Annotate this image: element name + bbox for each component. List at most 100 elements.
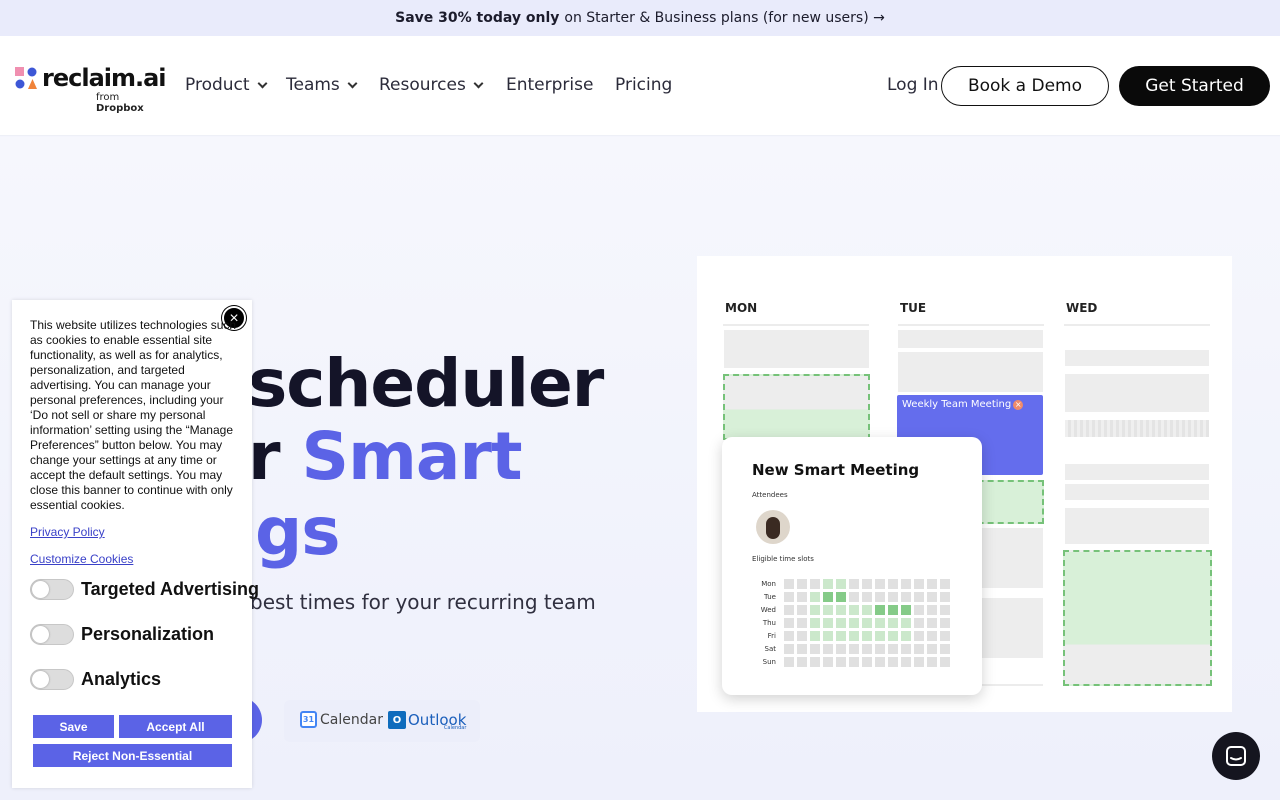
- toggle-personalization[interactable]: Personalization: [30, 624, 214, 645]
- hero-title-line2: r Smart: [248, 418, 522, 495]
- hero-title-line3: gs: [255, 493, 341, 570]
- time-slot-cell: [940, 656, 950, 667]
- slot-day-label: Sun: [762, 657, 776, 666]
- google-calendar-label: Calendar: [320, 711, 383, 728]
- time-slot-cell: [810, 578, 820, 589]
- nav-product[interactable]: Product: [185, 75, 267, 95]
- time-slot-cell: [914, 617, 924, 628]
- google-calendar-logo: 31 Calendar: [300, 711, 383, 728]
- time-slot-cell: [862, 630, 872, 641]
- time-slot-cell: [888, 643, 898, 654]
- nav-teams[interactable]: Teams: [286, 75, 358, 95]
- day-header-mon: MON: [725, 301, 758, 315]
- time-slot-cell: [927, 617, 937, 628]
- customize-cookies-link[interactable]: Customize Cookies: [30, 552, 133, 566]
- slot-row: Mon: [752, 577, 953, 590]
- time-slot-cell: [797, 591, 807, 602]
- outlook-logo: O Outlook Calendar: [388, 711, 467, 731]
- logo[interactable]: reclaim.ai from Dropbox: [14, 64, 167, 114]
- time-slot-cell: [836, 617, 846, 628]
- time-slot-cell: [901, 617, 911, 628]
- time-slot-cell: [862, 656, 872, 667]
- time-slot-cell: [914, 643, 924, 654]
- time-slot-cell: [823, 591, 833, 602]
- slot-row: Wed: [752, 603, 953, 616]
- time-slot-cell: [862, 617, 872, 628]
- promo-banner[interactable]: Save 30% today only on Starter & Busines…: [0, 0, 1280, 36]
- time-slot-cell: [849, 591, 859, 602]
- event-title: Weekly Team Meeting: [902, 399, 1012, 410]
- get-started-button[interactable]: Get Started: [1119, 66, 1270, 106]
- time-slot-cell: [784, 630, 794, 641]
- slot-row: Fri: [752, 629, 953, 642]
- time-slot-cell: [810, 604, 820, 615]
- attendees-label: Attendees: [752, 491, 788, 499]
- time-slot-cell: [797, 630, 807, 641]
- hero-subtitle: best times for your recurring team: [250, 590, 596, 614]
- top-navbar: reclaim.ai from Dropbox Product Teams Re…: [0, 36, 1280, 136]
- day-header-tue: TUE: [900, 301, 927, 315]
- attendee-avatar: [756, 510, 790, 544]
- time-slot-cell: [797, 643, 807, 654]
- time-slot-cell: [797, 617, 807, 628]
- time-slot-cell: [836, 604, 846, 615]
- time-slot-cell: [784, 656, 794, 667]
- hero-title-line1: scheduler: [248, 345, 604, 422]
- reject-non-essential-button[interactable]: Reject Non-Essential: [33, 744, 232, 767]
- cookie-save-button[interactable]: Save: [33, 715, 114, 738]
- time-slot-cell: [914, 578, 924, 589]
- accept-all-button[interactable]: Accept All: [119, 715, 232, 738]
- toggle-analytics[interactable]: Analytics: [30, 669, 161, 690]
- time-slot-cell: [862, 578, 872, 589]
- toggle-targeted-advertising[interactable]: Targeted Advertising: [30, 579, 259, 600]
- book-demo-button[interactable]: Book a Demo: [941, 66, 1109, 106]
- login-link[interactable]: Log In: [887, 75, 939, 95]
- time-slot-cell: [927, 604, 937, 615]
- time-slot-cell: [810, 591, 820, 602]
- nav-pricing[interactable]: Pricing: [615, 75, 672, 95]
- time-slot-cell: [823, 643, 833, 654]
- nav-resources[interactable]: Resources: [379, 75, 484, 95]
- time-slot-cell: [849, 604, 859, 615]
- slots-label: Eligible time slots: [752, 555, 814, 563]
- time-slot-cell: [901, 604, 911, 615]
- time-slot-cell: [914, 656, 924, 667]
- time-slot-cell: [927, 656, 937, 667]
- time-slot-cell: [940, 643, 950, 654]
- outlook-sublabel: Calendar: [443, 725, 467, 731]
- chevron-down-icon: [473, 78, 484, 88]
- chat-launcher-button[interactable]: [1212, 732, 1260, 780]
- time-slot-cell: [836, 591, 846, 602]
- outlook-icon: O: [388, 711, 406, 729]
- time-slot-cell: [940, 578, 950, 589]
- time-slot-cell: [940, 604, 950, 615]
- cookie-banner: × This website utilizes technologies suc…: [12, 300, 259, 788]
- time-slot-cell: [836, 656, 846, 667]
- time-slot-cell: [914, 604, 924, 615]
- slot-day-label: Fri: [767, 631, 776, 640]
- toggle-switch[interactable]: [30, 624, 74, 645]
- time-slot-cell: [901, 578, 911, 589]
- time-slot-cell: [888, 617, 898, 628]
- time-slot-cell: [901, 656, 911, 667]
- promo-text: on Starter & Business plans (for new use…: [564, 10, 885, 26]
- time-slot-cell: [875, 604, 885, 615]
- time-slot-cell: [940, 617, 950, 628]
- time-slot-cell: [784, 643, 794, 654]
- toggle-switch[interactable]: [30, 579, 74, 600]
- time-slot-cell: [797, 656, 807, 667]
- time-slot-grid: Mon Tue Wed Thu Fri Sat Sun: [752, 577, 953, 668]
- time-slot-cell: [823, 604, 833, 615]
- time-slot-cell: [927, 578, 937, 589]
- chevron-down-icon: [347, 78, 358, 88]
- time-slot-cell: [784, 604, 794, 615]
- logo-mark-icon: [15, 67, 37, 89]
- nav-enterprise[interactable]: Enterprise: [506, 75, 593, 95]
- time-slot-cell: [862, 591, 872, 602]
- time-slot-cell: [940, 591, 950, 602]
- time-slot-cell: [901, 630, 911, 641]
- time-slot-cell: [823, 656, 833, 667]
- privacy-policy-link[interactable]: Privacy Policy: [30, 525, 105, 539]
- time-slot-cell: [797, 604, 807, 615]
- toggle-switch[interactable]: [30, 669, 74, 690]
